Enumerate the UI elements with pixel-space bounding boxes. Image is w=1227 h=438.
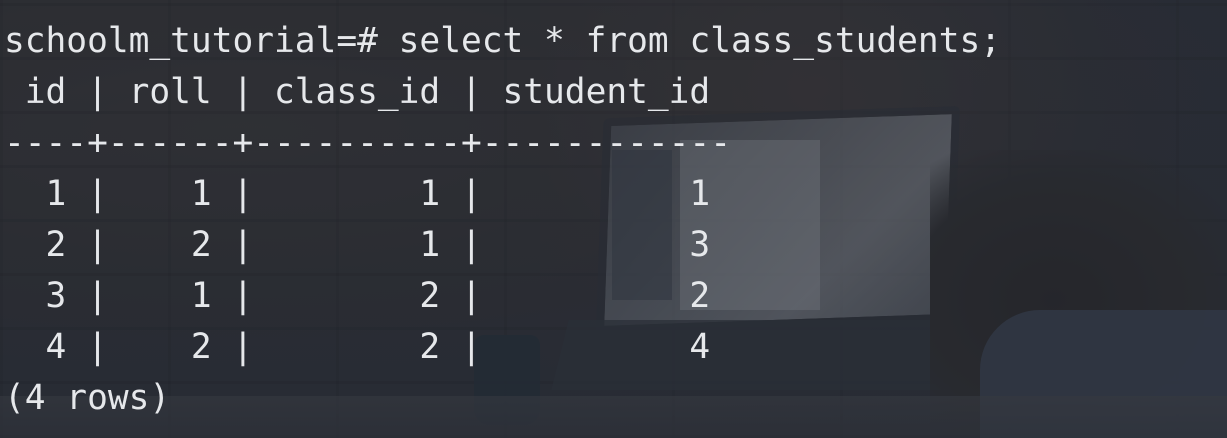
command-line: schoolm_tutorial=# select * from class_s… xyxy=(4,16,1001,67)
table-row: 1 | 1 | 1 | 1 xyxy=(4,174,711,214)
terminal-output: schoolm_tutorial=# select * from class_s… xyxy=(4,16,1001,424)
psql-prompt: schoolm_tutorial=# xyxy=(4,21,378,61)
table-separator: ----+------+----------+------------ xyxy=(4,123,731,163)
table-row: 3 | 1 | 2 | 2 xyxy=(4,276,711,316)
table-row: 4 | 2 | 2 | 4 xyxy=(4,327,711,367)
table-header: id | roll | class_id | student_id xyxy=(4,72,711,112)
sql-command: select * from class_students; xyxy=(398,21,1002,61)
table-row: 2 | 2 | 1 | 3 xyxy=(4,225,711,265)
row-count: (4 rows) xyxy=(4,378,171,418)
